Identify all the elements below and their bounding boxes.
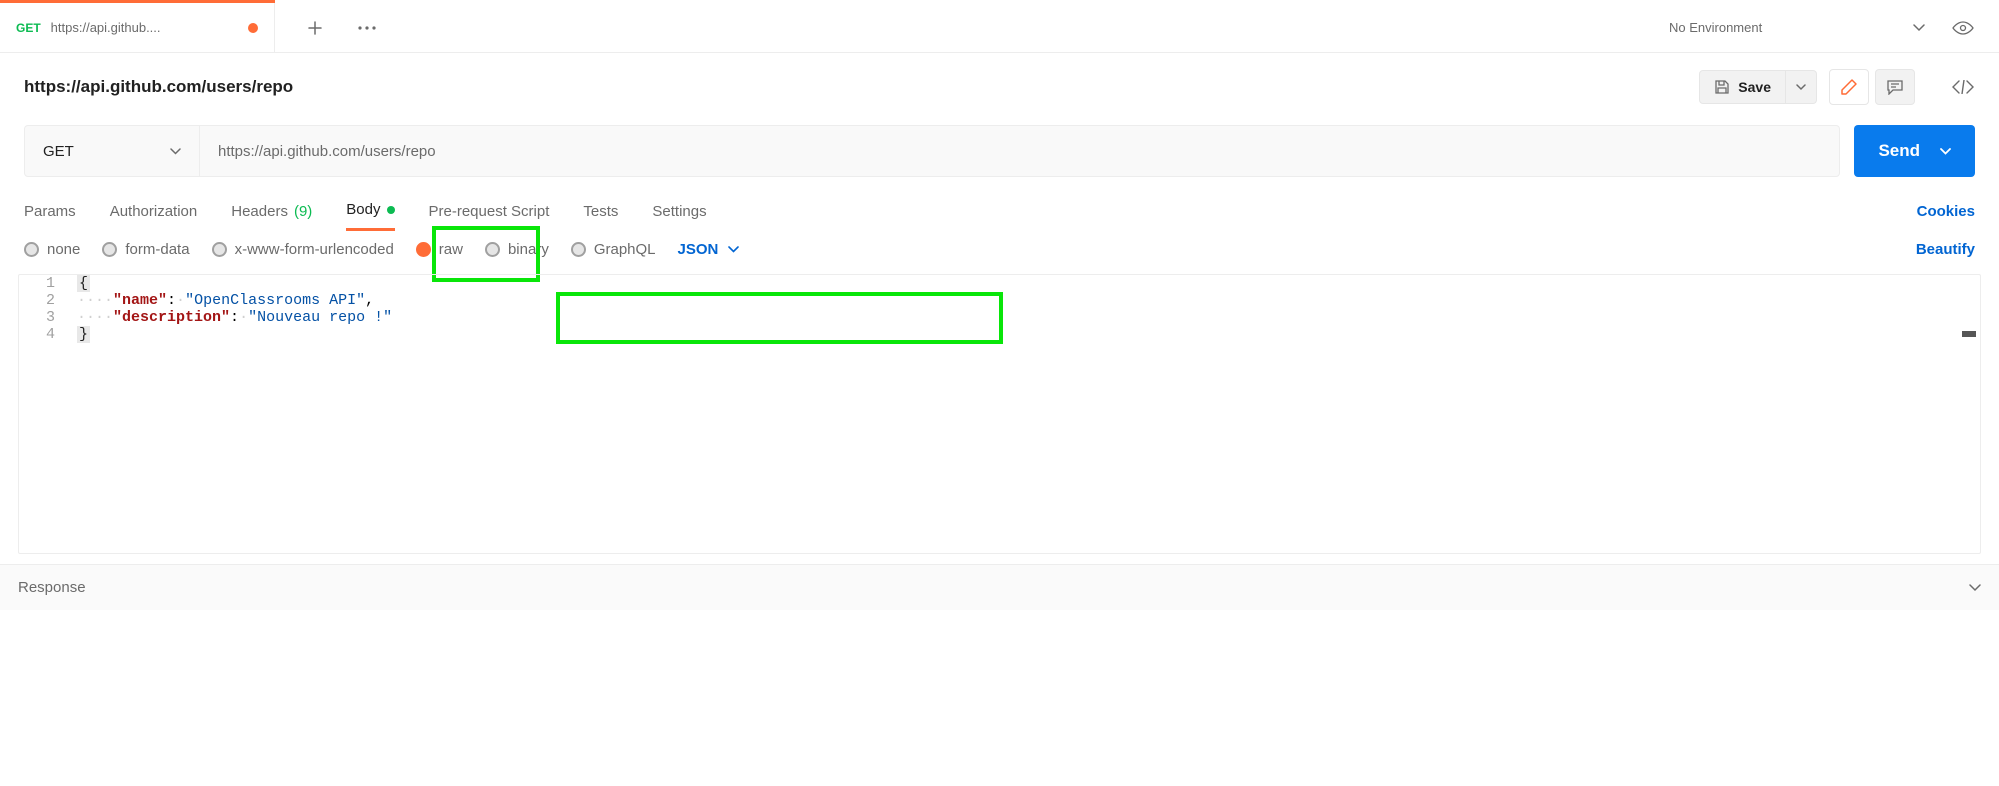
tab-bar: GET https://api.github.... No Environmen… [0, 3, 1999, 53]
tab-params[interactable]: Params [24, 193, 76, 230]
request-header: https://api.github.com/users/repo Save [0, 53, 1999, 115]
chevron-down-icon [1796, 84, 1806, 91]
radio-icon [485, 242, 500, 257]
code-line: } [71, 326, 90, 343]
tab-tests[interactable]: Tests [583, 193, 618, 230]
body-none-label: none [47, 241, 80, 258]
pencil-icon [1840, 78, 1858, 96]
line-number: 2 [19, 292, 71, 309]
radio-icon [24, 242, 39, 257]
body-type-formdata[interactable]: form-data [102, 241, 189, 258]
chevron-down-icon [1969, 584, 1981, 592]
line-number: 3 [19, 309, 71, 326]
new-tab-button[interactable] [303, 16, 327, 40]
body-type-urlencoded[interactable]: x-www-form-urlencoded [212, 241, 394, 258]
body-format-selector[interactable]: JSON [678, 241, 740, 258]
body-urlencoded-label: x-www-form-urlencoded [235, 241, 394, 258]
tab-headers-label: Headers [231, 203, 288, 220]
environment-label: No Environment [1669, 20, 1762, 35]
tab-settings[interactable]: Settings [652, 193, 706, 230]
tab-options-button[interactable] [355, 16, 379, 40]
tab-params-label: Params [24, 203, 76, 220]
line-number: 1 [19, 275, 71, 292]
headers-count: (9) [294, 203, 312, 220]
code-line: ····"description":·"Nouveau repo !" [71, 309, 392, 326]
edit-button[interactable] [1829, 69, 1869, 105]
body-formdata-label: form-data [125, 241, 189, 258]
response-panel-header[interactable]: Response [0, 564, 1999, 610]
tab-prerequest-label: Pre-request Script [429, 203, 550, 220]
save-icon [1714, 79, 1730, 95]
radio-icon [212, 242, 227, 257]
tab-tests-label: Tests [583, 203, 618, 220]
request-bar: GET Send [0, 115, 1999, 177]
environment-selector[interactable]: No Environment [1657, 14, 1937, 41]
send-button[interactable]: Send [1854, 125, 1975, 177]
request-tab[interactable]: GET https://api.github.... [0, 3, 275, 53]
chevron-down-icon [1913, 24, 1925, 32]
tab-auth-label: Authorization [110, 203, 198, 220]
tab-method-badge: GET [16, 21, 41, 35]
body-raw-label: raw [439, 241, 463, 258]
line-number: 4 [19, 326, 71, 343]
chevron-down-icon [728, 246, 739, 253]
radio-icon [102, 242, 117, 257]
response-label: Response [18, 579, 86, 596]
body-type-row: none form-data x-www-form-urlencoded raw… [0, 231, 1999, 268]
radio-selected-icon [416, 242, 431, 257]
plus-icon [307, 20, 323, 36]
body-type-graphql[interactable]: GraphQL [571, 241, 656, 258]
save-button[interactable]: Save [1699, 70, 1786, 104]
method-label: GET [43, 143, 74, 160]
tab-prerequest[interactable]: Pre-request Script [429, 193, 550, 230]
chevron-down-icon [1940, 148, 1951, 155]
chevron-down-icon [170, 148, 181, 155]
beautify-link[interactable]: Beautify [1916, 241, 1975, 258]
body-type-binary[interactable]: binary [485, 241, 549, 258]
tab-body[interactable]: Body [346, 191, 394, 231]
url-input[interactable] [200, 126, 1839, 176]
code-panel-button[interactable] [1951, 75, 1975, 99]
unsaved-dot-icon [248, 23, 258, 33]
method-selector[interactable]: GET [25, 126, 200, 176]
tab-authorization[interactable]: Authorization [110, 193, 198, 230]
comment-button[interactable] [1875, 69, 1915, 105]
body-active-dot-icon [387, 206, 395, 214]
save-options-button[interactable] [1786, 70, 1817, 104]
body-format-label: JSON [678, 241, 719, 258]
request-title: https://api.github.com/users/repo [24, 77, 293, 97]
tab-body-label: Body [346, 201, 380, 218]
tab-title: https://api.github.... [51, 20, 238, 35]
cookies-link[interactable]: Cookies [1917, 203, 1975, 220]
save-label: Save [1738, 79, 1771, 95]
body-type-none[interactable]: none [24, 241, 80, 258]
body-graphql-label: GraphQL [594, 241, 656, 258]
code-line: { [71, 275, 90, 292]
dots-icon [358, 26, 376, 30]
body-editor[interactable]: 1{ 2····"name":·"OpenClassrooms API", 3·… [18, 274, 1981, 554]
environment-preview-button[interactable] [1951, 16, 1975, 40]
radio-icon [571, 242, 586, 257]
tab-settings-label: Settings [652, 203, 706, 220]
scroll-marker [1962, 331, 1976, 337]
code-icon [1952, 80, 1974, 94]
send-label: Send [1878, 141, 1920, 161]
code-line: ····"name":·"OpenClassrooms API", [71, 292, 374, 309]
body-binary-label: binary [508, 241, 549, 258]
comment-icon [1886, 79, 1904, 95]
request-tabs: Params Authorization Headers (9) Body Pr… [0, 177, 1999, 231]
body-type-raw[interactable]: raw [416, 241, 463, 258]
tab-headers[interactable]: Headers (9) [231, 193, 312, 230]
eye-icon [1952, 21, 1974, 35]
